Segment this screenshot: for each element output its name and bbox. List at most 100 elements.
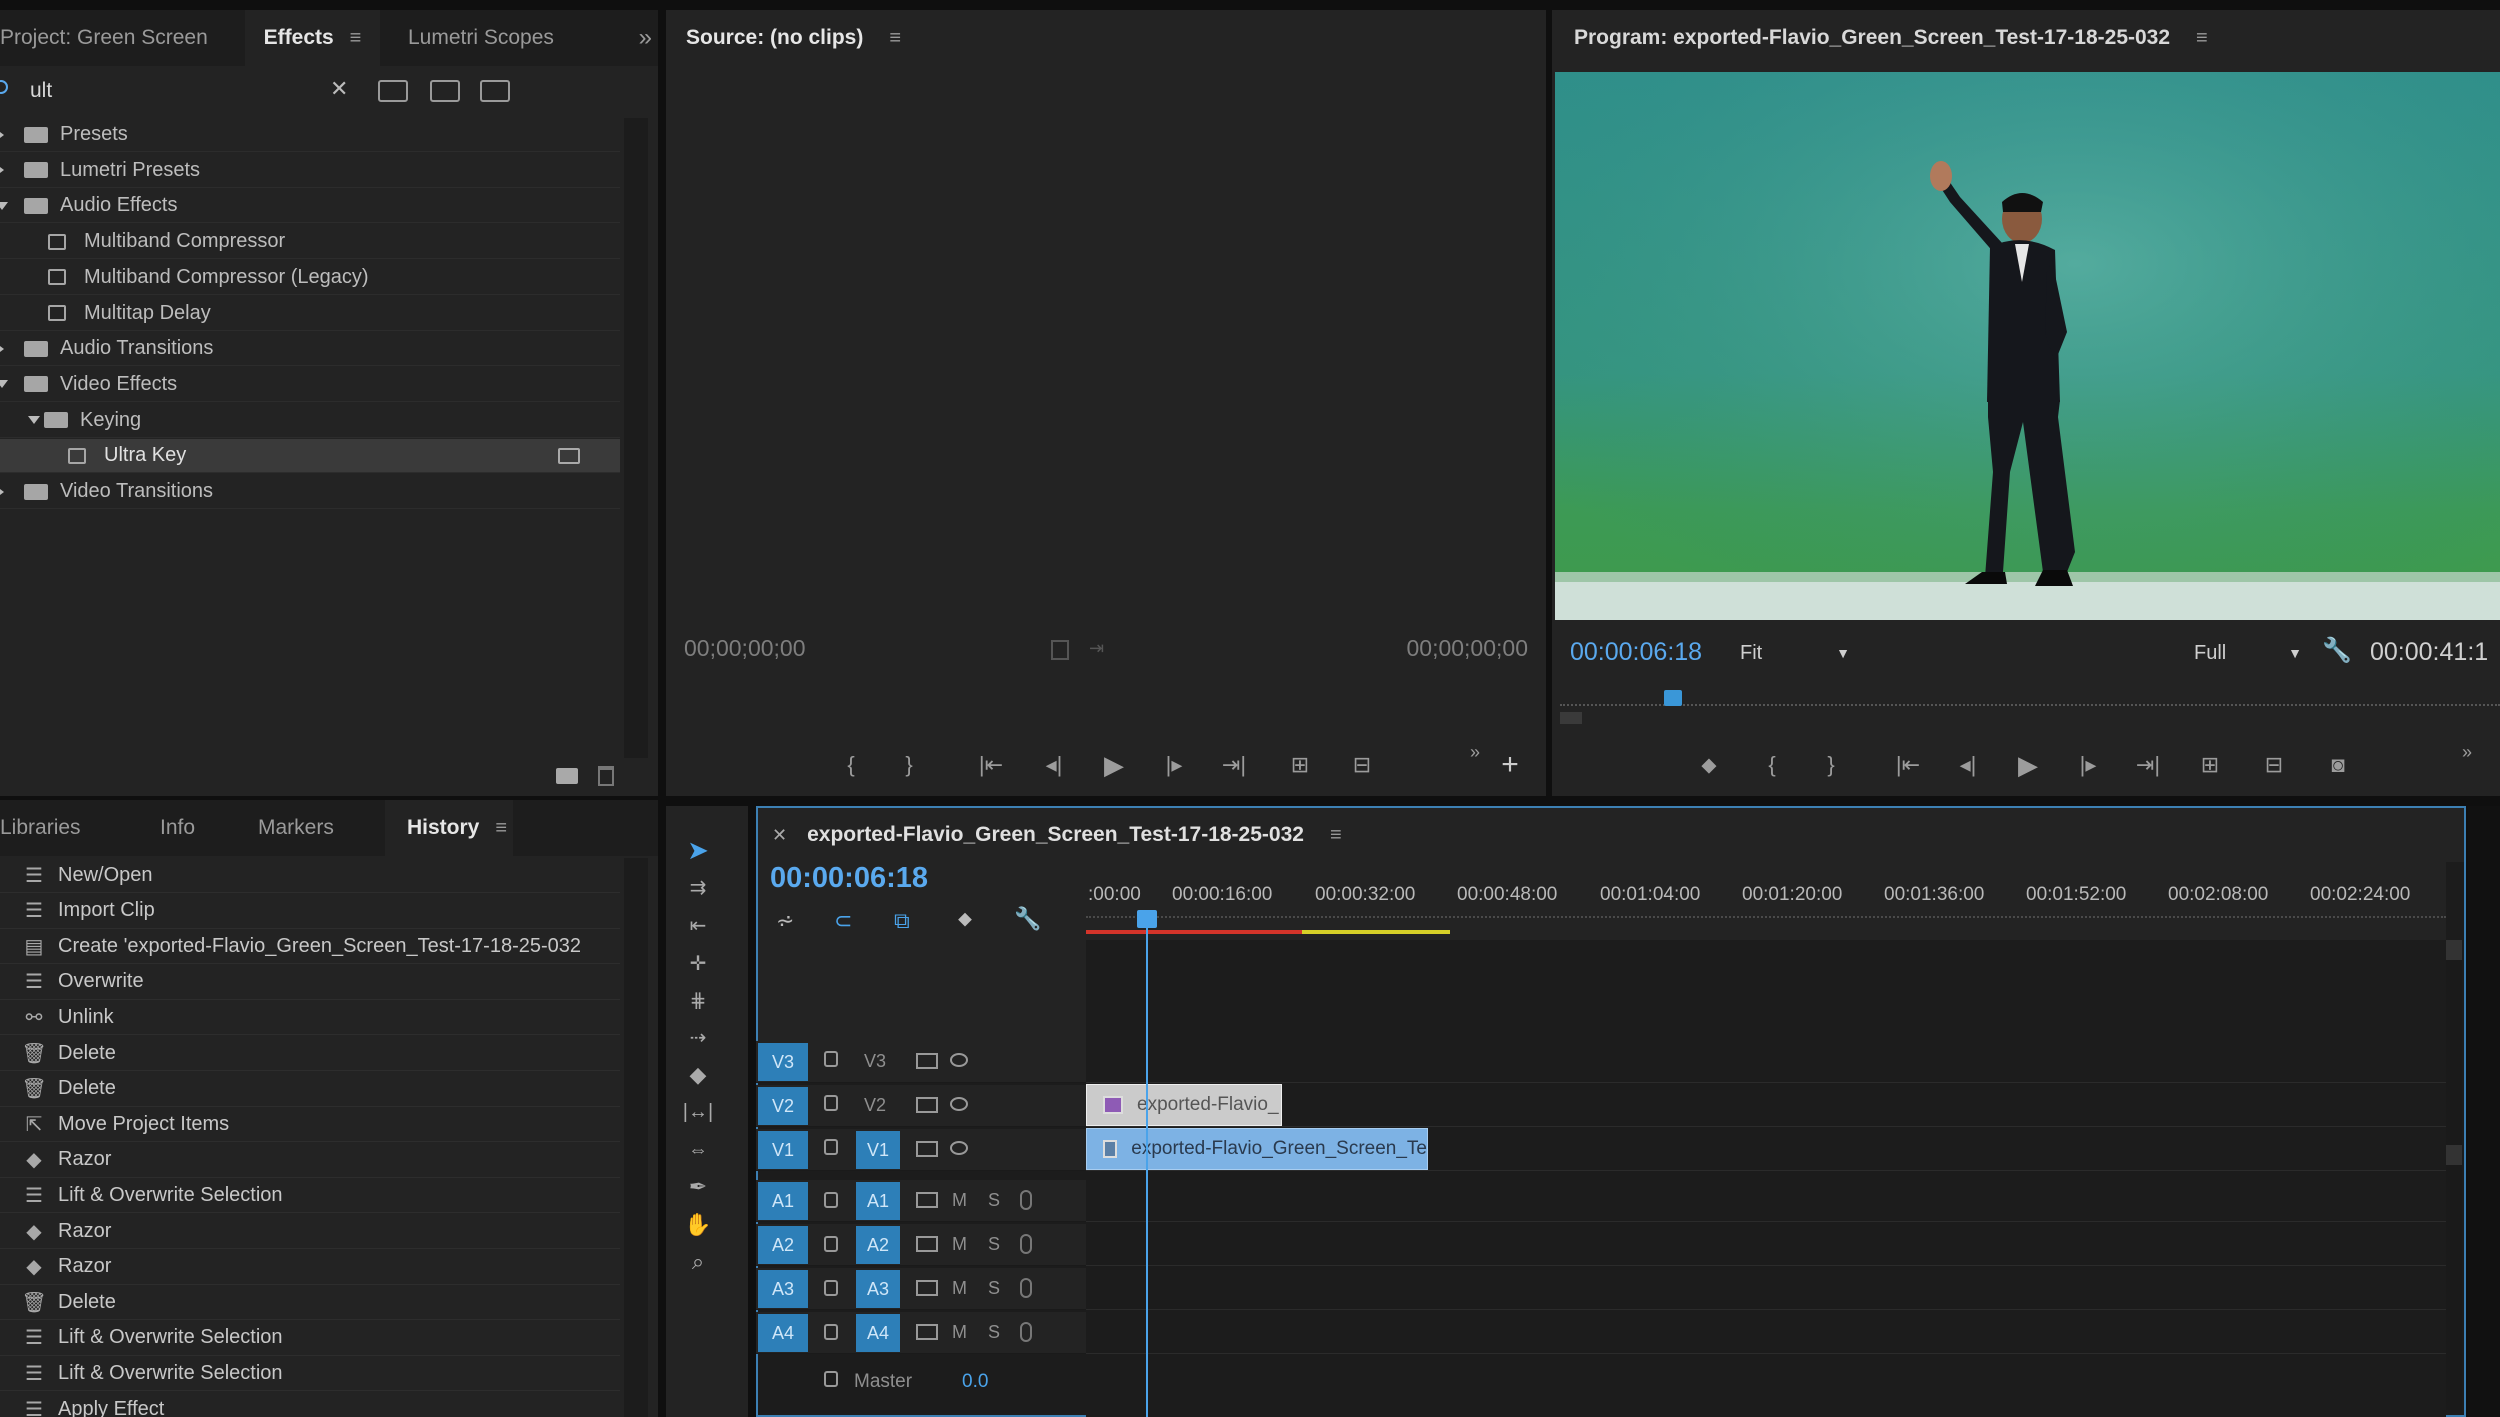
history-item[interactable]: ☰ Overwrite xyxy=(0,965,620,1000)
step-forward-icon[interactable]: |▸ xyxy=(1154,745,1194,785)
new-bin-icon[interactable] xyxy=(556,768,578,784)
triangle-down-icon[interactable] xyxy=(28,416,40,425)
panel-overflow-icon[interactable]: » xyxy=(639,10,652,66)
effects-tree-item[interactable]: Multitap Delay xyxy=(0,297,620,331)
solo-button[interactable]: S xyxy=(988,1190,1000,1211)
eye-icon[interactable] xyxy=(950,1097,968,1111)
track-target-v2[interactable]: V2 xyxy=(758,1087,808,1125)
lock-icon[interactable] xyxy=(824,1371,838,1387)
effects-tree-item[interactable]: Ultra Key xyxy=(0,439,620,474)
timeline-settings-wrench-icon[interactable]: 🔧 xyxy=(1014,906,1041,932)
lock-icon[interactable] xyxy=(824,1095,838,1111)
accelerated-effects-icon[interactable] xyxy=(378,80,408,102)
step-back-icon[interactable]: ◂| xyxy=(1948,745,1988,785)
microphone-icon[interactable] xyxy=(1020,1278,1032,1298)
history-item[interactable]: ◆ Razor xyxy=(0,1250,620,1285)
history-item[interactable]: ☰ New/Open xyxy=(0,858,620,893)
track-select-forward-icon[interactable]: ⇢ xyxy=(678,1022,718,1052)
tab-markers[interactable]: Markers xyxy=(240,800,385,856)
history-scrollbar[interactable] xyxy=(624,858,648,1417)
panel-menu-icon[interactable]: ≡ xyxy=(2196,27,2208,50)
selection-tool-icon[interactable]: ➤ xyxy=(678,835,718,865)
toggle-sync-icon[interactable] xyxy=(916,1324,938,1340)
microphone-icon[interactable] xyxy=(1020,1322,1032,1342)
toggle-sync-icon[interactable] xyxy=(916,1097,938,1113)
tab-effects[interactable]: Effects ≡ xyxy=(245,10,380,66)
history-item[interactable]: ☰ Lift & Overwrite Selection xyxy=(0,1178,620,1214)
effects-search-input[interactable]: ult xyxy=(30,79,52,103)
clip-v1[interactable]: exported-Flavio_Green_Screen_Te xyxy=(1086,1128,1428,1170)
solo-button[interactable]: S xyxy=(988,1234,1000,1255)
rate-stretch-tool-icon[interactable]: ⋕ xyxy=(678,985,718,1015)
eye-icon[interactable] xyxy=(950,1053,968,1067)
trash-icon[interactable] xyxy=(598,766,614,786)
triangle-right-icon[interactable] xyxy=(0,128,4,141)
effects-tree-item[interactable]: Video Effects xyxy=(0,368,620,402)
program-timecode[interactable]: 00:00:06:18 xyxy=(1570,638,1702,667)
effects-tree-item[interactable]: Multiband Compressor xyxy=(0,225,620,260)
source-patch-a3[interactable]: A3 xyxy=(856,1270,900,1308)
solo-button[interactable]: S xyxy=(988,1278,1000,1299)
track-target-a2[interactable]: A2 xyxy=(758,1226,808,1264)
lock-icon[interactable] xyxy=(824,1236,838,1252)
mark-in-button[interactable]: { xyxy=(836,745,866,785)
scroll-thumb-audio[interactable] xyxy=(2446,1145,2462,1165)
tab-project[interactable]: Project: Green Screen xyxy=(0,10,245,66)
track-target-a3[interactable]: A3 xyxy=(758,1270,808,1308)
linked-selection-icon[interactable]: ⧉ xyxy=(894,908,910,934)
drag-audio-icon[interactable]: ⇥ xyxy=(1089,638,1104,659)
timeline-playhead-handle[interactable] xyxy=(1137,910,1158,928)
timeline-playhead[interactable] xyxy=(1146,914,1149,1417)
history-item[interactable]: ⇱ Move Project Items xyxy=(0,1107,620,1143)
transport-overflow-icon[interactable]: » xyxy=(2452,737,2482,767)
source-title[interactable]: Source: (no clips) ≡ xyxy=(666,10,932,66)
play-button[interactable]: ▶ xyxy=(2008,745,2048,785)
step-back-icon[interactable]: ◂| xyxy=(1034,745,1074,785)
lock-icon[interactable] xyxy=(824,1139,838,1155)
overwrite-button[interactable]: ⊟ xyxy=(1340,745,1384,785)
export-frame-icon[interactable]: ◙ xyxy=(2316,745,2360,785)
microphone-icon[interactable] xyxy=(1020,1234,1032,1254)
mark-out-button[interactable]: } xyxy=(1816,745,1846,785)
source-patch-v1[interactable]: V1 xyxy=(856,1131,900,1169)
program-mini-ruler[interactable] xyxy=(1560,690,2500,726)
track-target-a1[interactable]: A1 xyxy=(758,1182,808,1220)
triangle-down-icon[interactable] xyxy=(0,380,8,389)
track-select-tool-icon[interactable]: ⇉ xyxy=(678,872,718,902)
go-to-in-button[interactable]: |⇤ xyxy=(971,745,1011,785)
tab-lumetri-scopes[interactable]: Lumetri Scopes xyxy=(380,10,584,66)
toggle-sync-icon[interactable] xyxy=(916,1192,938,1208)
mark-in-button[interactable]: { xyxy=(1757,745,1787,785)
play-button[interactable]: ▶ xyxy=(1094,745,1134,785)
go-to-out-button[interactable]: ⇥| xyxy=(1214,745,1254,785)
clear-search-icon[interactable]: ✕ xyxy=(330,76,348,102)
source-patch-a4[interactable]: A4 xyxy=(856,1314,900,1352)
source-timecode-in[interactable]: 00;00;00;00 xyxy=(684,635,806,662)
history-item[interactable]: ◆ Razor xyxy=(0,1214,620,1249)
history-item[interactable]: ⚯ Unlink xyxy=(0,1000,620,1036)
master-volume[interactable]: 0.0 xyxy=(962,1371,988,1393)
history-item[interactable]: ☰ Lift & Overwrite Selection xyxy=(0,1321,620,1356)
tab-info[interactable]: Info xyxy=(130,800,240,856)
lock-icon[interactable] xyxy=(824,1280,838,1296)
panel-menu-icon[interactable]: ≡ xyxy=(1330,824,1342,847)
timeline-timecode[interactable]: 00:00:06:18 xyxy=(770,862,928,895)
track-target-a4[interactable]: A4 xyxy=(758,1314,808,1352)
ripple-edit-tool-icon[interactable]: ⇤ xyxy=(678,910,718,940)
effects-tree-item[interactable]: Presets xyxy=(0,118,620,152)
effects-tree-item[interactable]: Video Transitions xyxy=(0,475,620,509)
tab-libraries[interactable]: Libraries xyxy=(0,800,130,856)
program-video-frame[interactable] xyxy=(1555,72,2500,620)
magnet-icon[interactable]: ⊂ xyxy=(834,908,852,934)
effects-tree-item[interactable]: Audio Transitions xyxy=(0,332,620,367)
mute-button[interactable]: M xyxy=(952,1322,967,1343)
add-marker-icon[interactable]: ⬥ xyxy=(1694,745,1724,785)
effects-tree-item[interactable]: Keying xyxy=(0,404,620,438)
toggle-sync-icon[interactable] xyxy=(916,1280,938,1296)
extract-button[interactable]: ⊟ xyxy=(2252,745,2296,785)
lock-icon[interactable] xyxy=(824,1192,838,1208)
quality-select[interactable]: Full ▼ xyxy=(2194,638,2302,668)
razor-tool-icon[interactable]: ◆ xyxy=(678,1060,718,1090)
lock-icon[interactable] xyxy=(824,1051,838,1067)
clip-v2[interactable]: exported-Flavio_ xyxy=(1086,1084,1283,1126)
